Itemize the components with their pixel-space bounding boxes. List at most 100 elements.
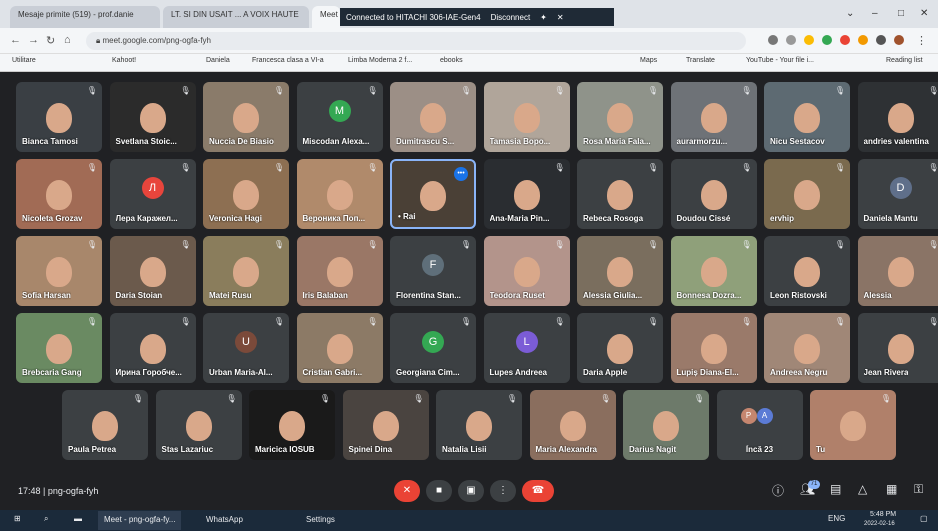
participant-tile[interactable]: Л 🎙︎ Лера Каражел...	[109, 159, 196, 229]
participant-tile[interactable]: L 🎙︎ Lupes Andreea	[483, 313, 570, 383]
minimize-icon[interactable]: –	[872, 8, 878, 19]
participant-tile[interactable]: P A Încă 23	[716, 390, 803, 460]
bookmark-ebooks[interactable]: ebooks	[440, 57, 463, 64]
participant-tile[interactable]: 🎙︎ Daria Stoian	[109, 236, 196, 306]
activities-icon[interactable]: △	[858, 482, 867, 496]
participant-tile[interactable]: 🎙︎ Spinei Dina	[342, 390, 429, 460]
participant-tile[interactable]: 🎙︎ ervhip	[764, 159, 850, 229]
participant-tile[interactable]: 🎙︎ Cristian Gabri...	[296, 313, 383, 383]
leave-call-button[interactable]: ☎	[522, 480, 554, 502]
participant-tile[interactable]: 🎙︎ Teodora Ruset	[483, 236, 570, 306]
file-explorer-icon[interactable]: ▬	[74, 514, 82, 523]
participant-tile[interactable]: 🎙︎ Paula Petrea	[62, 390, 148, 460]
share-icon[interactable]	[786, 35, 796, 45]
camera-button[interactable]: ■	[426, 480, 452, 502]
bookmark-francesca[interactable]: Francesca clasa a VI-a	[252, 57, 324, 64]
tab-gmail[interactable]: Mesaje primite (519) - prof.danie	[10, 6, 160, 28]
participant-tile[interactable]: 🎙︎ Tu	[810, 390, 896, 460]
back-icon[interactable]: ←	[10, 34, 21, 46]
participant-tile[interactable]: 🎙︎ Alessia	[857, 236, 938, 306]
url-field[interactable]: 🔒︎ meet.google.com/png-ogfa-fyh	[86, 32, 746, 50]
participant-tile[interactable]: 🎙︎ Darius Nagit	[623, 390, 709, 460]
participant-tile[interactable]: F 🎙︎ Florentina Stan...	[390, 236, 476, 306]
grid-icon[interactable]: ▦	[886, 482, 897, 496]
participant-tile[interactable]: 🎙︎ Sofia Harsan	[16, 236, 102, 306]
mic-off-button[interactable]: ✕	[394, 480, 420, 502]
tile-more-options-button[interactable]: •••	[454, 167, 468, 181]
taskbar-app-whatsapp[interactable]: WhatsApp	[200, 511, 249, 530]
maximize-icon[interactable]: □	[898, 8, 904, 19]
participant-tile[interactable]: 🎙︎ Lupiș Diana-El...	[670, 313, 757, 383]
pin-icon[interactable]: ✦	[540, 13, 547, 22]
clock-time[interactable]: 5:48 PM	[870, 511, 896, 518]
menu-icon[interactable]: ⋮	[916, 34, 927, 47]
bookmark-kahoot[interactable]: Kahoot!	[112, 57, 136, 64]
participant-tile[interactable]: 🎙︎ Alessia Giulia...	[577, 236, 663, 306]
taskbar-app-meet[interactable]: Meet - png-ogfa-fy...	[98, 511, 182, 530]
windows-start-icon[interactable]: ⊞	[14, 514, 21, 523]
close-window-icon[interactable]: ✕	[920, 8, 928, 19]
close-icon[interactable]: ✕	[557, 13, 564, 22]
puzzle-icon[interactable]	[876, 35, 886, 45]
participant-tile[interactable]: 🎙︎ Svetlana Stoic...	[109, 82, 196, 152]
extension-icon[interactable]	[822, 35, 832, 45]
tab-meet[interactable]: Meet	[312, 6, 340, 28]
participant-tile[interactable]: 🎙︎ Tamasia Bopo...	[483, 82, 570, 152]
extension-icon[interactable]	[840, 35, 850, 45]
participant-tile[interactable]: 🎙︎ Natalia Lisii	[436, 390, 522, 460]
bookmark-youtube[interactable]: YouTube - Your file i...	[746, 57, 814, 64]
profile-avatar[interactable]	[894, 35, 904, 45]
participant-tile[interactable]: D 🎙︎ Daniela Mantu	[857, 159, 938, 229]
chevron-down-icon[interactable]: ⌄	[846, 8, 854, 19]
participant-tile[interactable]: 🎙︎ Matei Rusu	[203, 236, 289, 306]
participant-tile[interactable]: 🎙︎ Maria Alexandra	[529, 390, 616, 460]
search-icon[interactable]: ⌕	[44, 514, 48, 524]
participant-tile[interactable]: 🎙︎ Bonnesa Dozra...	[670, 236, 757, 306]
extension-icon[interactable]	[858, 35, 868, 45]
participant-tile[interactable]: 🎙︎ Nicu Sestacov	[764, 82, 850, 152]
bookmark-translate[interactable]: Translate	[686, 57, 715, 64]
participant-tile[interactable]: 🎙︎ Вероника Поп...	[296, 159, 383, 229]
participant-tile[interactable]: 🎙︎ Rebeca Rosoga	[577, 159, 663, 229]
disconnect-button[interactable]: Disconnect	[491, 13, 531, 22]
notifications-icon[interactable]: ▢	[920, 514, 928, 523]
bookmark-daniela[interactable]: Daniela	[206, 57, 230, 64]
participant-tile[interactable]: 🎙︎ Ana-Maria Pin...	[483, 159, 570, 229]
participant-tile[interactable]: ••• • Rai	[390, 159, 476, 229]
participant-tile[interactable]: 🎙︎ aurarmorzu...	[670, 82, 757, 152]
info-icon[interactable]: ⓘ	[772, 482, 784, 499]
participant-tile[interactable]: 🎙︎ Bianca Tamosi	[16, 82, 102, 152]
language-indicator[interactable]: ENG	[828, 514, 845, 523]
participant-tile[interactable]: U 🎙︎ Urban Maria-Al...	[203, 313, 289, 383]
present-button[interactable]: ▣	[458, 480, 484, 502]
participant-tile[interactable]: M 🎙︎ Miscodan Alexa...	[296, 82, 383, 152]
taskbar-app-settings[interactable]: Settings	[300, 511, 341, 530]
participant-tile[interactable]: 🎙︎ Maricica IOSUB	[249, 390, 335, 460]
clock-date[interactable]: 2022-02-16	[864, 521, 895, 527]
participant-tile[interactable]: 🎙︎ Stas Lazariuc	[155, 390, 242, 460]
participant-tile[interactable]: 🎙︎ Dumitrascu S...	[390, 82, 476, 152]
participant-tile[interactable]: 🎙︎ Iris Balaban	[296, 236, 383, 306]
participant-tile[interactable]: 🎙︎ Leon Ristovski	[764, 236, 850, 306]
chat-icon[interactable]: ▤	[830, 482, 841, 496]
bookmark-utilitare[interactable]: Utilitare	[12, 57, 36, 64]
participant-tile[interactable]: 🎙︎ Nuccia De Biasio	[203, 82, 289, 152]
participant-tile[interactable]: 🎙︎ Nicoleta Grozav	[16, 159, 102, 229]
tab-usait[interactable]: LT. SI DIN USAIT ... A VOIX HAUTE	[163, 6, 309, 28]
bookmark-reading-list[interactable]: Reading list	[886, 57, 923, 64]
participant-tile[interactable]: 🎙︎ Daria Apple	[577, 313, 663, 383]
participant-tile[interactable]: 🎙︎ Brebcaria Gang	[16, 313, 102, 383]
bookmark-limba-moderna[interactable]: Limba Moderna 2 f...	[348, 57, 412, 64]
participant-tile[interactable]: 🎙︎ Andreea Negru	[764, 313, 850, 383]
bookmark-maps[interactable]: Maps	[640, 57, 657, 64]
host-controls-icon[interactable]: ⚿	[914, 482, 923, 497]
participant-tile[interactable]: 🎙︎ andries valentina	[857, 82, 938, 152]
participant-tile[interactable]: 🎙︎ Rosa Maria Fala...	[577, 82, 663, 152]
home-icon[interactable]: ⌂	[64, 34, 71, 46]
more-options-button[interactable]: ⋮	[490, 480, 516, 502]
participant-tile[interactable]: 🎙︎ Ирина Горобче...	[109, 313, 196, 383]
people-button[interactable]: 👥︎ 71	[800, 480, 820, 496]
participant-tile[interactable]: 🎙︎ Doudou Cissé	[670, 159, 757, 229]
participant-tile[interactable]: 🎙︎ Veronica Hagi	[203, 159, 289, 229]
forward-icon[interactable]: →	[28, 34, 39, 46]
